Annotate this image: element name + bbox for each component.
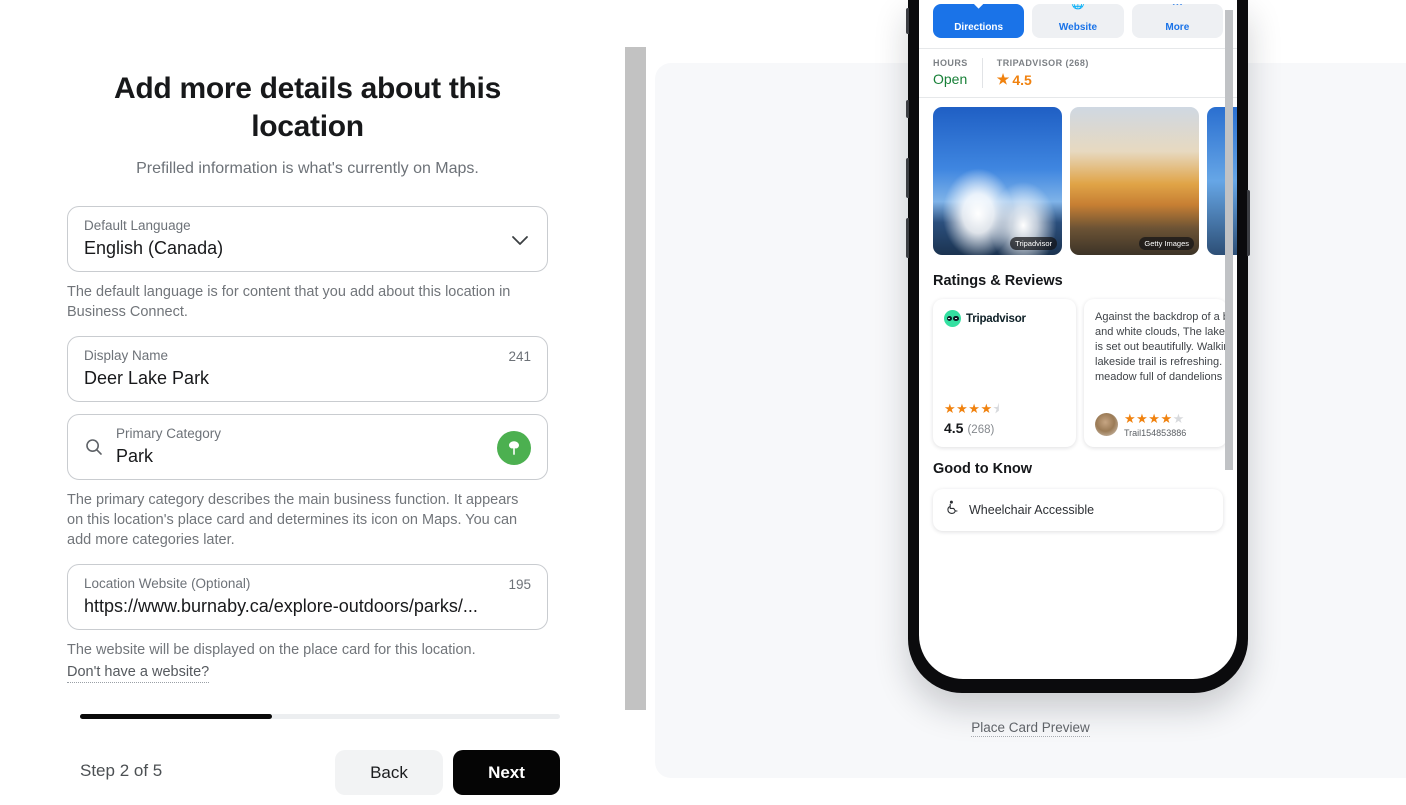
tripadvisor-review-count: (268)	[967, 424, 995, 436]
tripadvisor-score-block: ★★★★⯨ 4.5 (268)	[944, 401, 1000, 436]
default-language-label: Default Language	[84, 218, 191, 233]
review-user-name: Trail154853886	[1124, 428, 1187, 438]
globe-icon: 🌐	[1071, 4, 1085, 10]
location-website-field[interactable]: Location Website (Optional) https://www.…	[67, 564, 548, 630]
page-scrollbar-thumb[interactable]	[625, 47, 646, 710]
wheelchair-icon	[945, 500, 959, 520]
more-label: More	[1165, 22, 1190, 33]
preview-caption-text: Place Card Preview	[971, 720, 1090, 737]
tripadvisor-logo: Tripadvisor	[944, 310, 1065, 327]
hours-value: Open	[933, 71, 968, 87]
good-to-know-item[interactable]: Wheelchair Accessible	[933, 489, 1223, 531]
place-card-preview-panel: ◆ Directions 🌐 Website ⋯ More HOURS Open…	[655, 0, 1406, 778]
progress-bar-fill	[80, 714, 272, 719]
good-to-know-title: Good to Know	[933, 461, 1033, 477]
preview-caption: Place Card Preview	[655, 720, 1406, 737]
directions-button[interactable]: ◆ Directions	[933, 4, 1025, 38]
stars-filled: ★★★★	[1124, 411, 1173, 426]
default-language-helper: The default language is for content that…	[67, 284, 511, 320]
place-card-content: ◆ Directions 🌐 Website ⋯ More HOURS Open…	[919, 0, 1237, 531]
tripadvisor-score: 4.5 (268)	[944, 420, 1000, 436]
display-name-value: Deer Lake Park	[84, 368, 210, 388]
more-icon: ⋯	[1171, 4, 1183, 10]
progress-bar	[80, 714, 560, 719]
phone-side-button	[906, 218, 909, 258]
step-indicator: Step 2 of 5	[80, 761, 163, 780]
phone-mockup: ◆ Directions 🌐 Website ⋯ More HOURS Open…	[906, 0, 1250, 693]
location-website-helper: The website will be displayed on the pla…	[67, 642, 476, 658]
stars-filled: ★★★★	[944, 401, 993, 416]
location-details-form: Add more details about this location Pre…	[0, 0, 615, 805]
primary-category-field[interactable]: Primary Category Park	[67, 414, 548, 480]
hours-label: HOURS	[933, 58, 968, 68]
primary-category-label: Primary Category	[116, 426, 222, 441]
phone-content-scrollbar-thumb[interactable]	[1225, 10, 1233, 470]
photo-thumbnail[interactable]: Tripadvisor	[933, 107, 1062, 255]
tree-icon	[497, 431, 531, 465]
search-icon	[84, 437, 104, 457]
page-subtitle: Prefilled information is what's currentl…	[136, 160, 479, 177]
no-website-link[interactable]: Don't have a website?	[67, 662, 210, 683]
tripadvisor-cell: TRIPADVISOR (268) ★ 4.5	[981, 58, 1103, 88]
wizard-footer: Step 2 of 5 Back Next	[0, 709, 615, 805]
page-title: Add more details about this location	[114, 72, 501, 143]
phone-side-button	[906, 8, 909, 34]
primary-category-value: Park	[116, 446, 154, 466]
tripadvisor-rating: ★ 4.5	[997, 71, 1089, 88]
back-button[interactable]: Back	[335, 750, 443, 795]
review-star-rating: ★★★★★	[1124, 411, 1185, 426]
app-screen: Add more details about this location Pre…	[0, 0, 1406, 805]
directions-icon: ◆	[974, 4, 983, 10]
place-card-meta: HOURS Open TRIPADVISOR (268) ★ 4.5	[933, 49, 1223, 97]
website-label: Website	[1058, 22, 1098, 33]
directions-label: Directions	[954, 22, 1004, 33]
review-author-meta: ★★★★★ Trail154853886	[1124, 410, 1186, 438]
review-text: Against the backdrop of a blue sky and w…	[1095, 311, 1227, 383]
avatar	[1095, 412, 1118, 436]
photo-thumbnail[interactable]: Getty Images	[1070, 107, 1199, 255]
review-card[interactable]: Against the backdrop of a blue sky and w…	[1084, 299, 1227, 447]
display-name-field[interactable]: Display Name Deer Lake Park 241	[67, 336, 548, 402]
tripadvisor-brand: Tripadvisor	[966, 312, 1026, 325]
default-language-value: English (Canada)	[84, 238, 224, 258]
primary-category-helper: The primary category describes the main …	[67, 492, 519, 548]
photo-credit: Getty Images	[1139, 237, 1194, 250]
photo-credit: Tripadvisor	[1010, 237, 1057, 250]
ratings-section-title: Ratings & Reviews	[933, 273, 1063, 289]
tripadvisor-owl-icon	[944, 310, 961, 327]
tripadvisor-score-value: 4.5	[944, 420, 964, 436]
more-button[interactable]: ⋯ More	[1131, 4, 1223, 38]
review-author: ★★★★★ Trail154853886	[1095, 410, 1227, 438]
website-button[interactable]: 🌐 Website	[1032, 4, 1124, 38]
display-name-counter: 241	[508, 349, 531, 364]
place-card-actions: ◆ Directions 🌐 Website ⋯ More	[933, 0, 1223, 48]
chevron-down-icon[interactable]	[509, 229, 531, 251]
tripadvisor-rating-card[interactable]: Tripadvisor ★★★★⯨ 4.5 (268)	[933, 299, 1076, 447]
place-card-photos: Tripadvisor Getty Images	[933, 98, 1237, 269]
phone-side-button	[906, 100, 909, 118]
phone-side-button	[906, 158, 909, 198]
phone-screen: ◆ Directions 🌐 Website ⋯ More HOURS Open…	[919, 0, 1237, 679]
phone-side-button	[1247, 190, 1250, 256]
location-website-value: https://www.burnaby.ca/explore-outdoors/…	[84, 596, 478, 616]
location-website-label: Location Website (Optional)	[84, 576, 251, 591]
default-language-select[interactable]: Default Language English (Canada)	[67, 206, 548, 272]
tripadvisor-rating-value: 4.5	[1012, 71, 1032, 88]
star-icon: ★	[996, 71, 1010, 87]
star-rating: ★★★★⯨	[944, 401, 1000, 416]
next-button[interactable]: Next	[453, 750, 560, 795]
tripadvisor-label: TRIPADVISOR (268)	[996, 58, 1089, 68]
stars-empty: ★	[1172, 411, 1185, 426]
display-name-label: Display Name	[84, 348, 169, 363]
location-website-counter: 195	[508, 577, 531, 592]
reviews-row: Tripadvisor ★★★★⯨ 4.5 (268) Against the …	[933, 299, 1227, 447]
star-half-icon: ⯨	[992, 401, 1001, 416]
good-to-know-label: Wheelchair Accessible	[969, 503, 1095, 517]
hours-cell: HOURS Open	[933, 58, 982, 87]
